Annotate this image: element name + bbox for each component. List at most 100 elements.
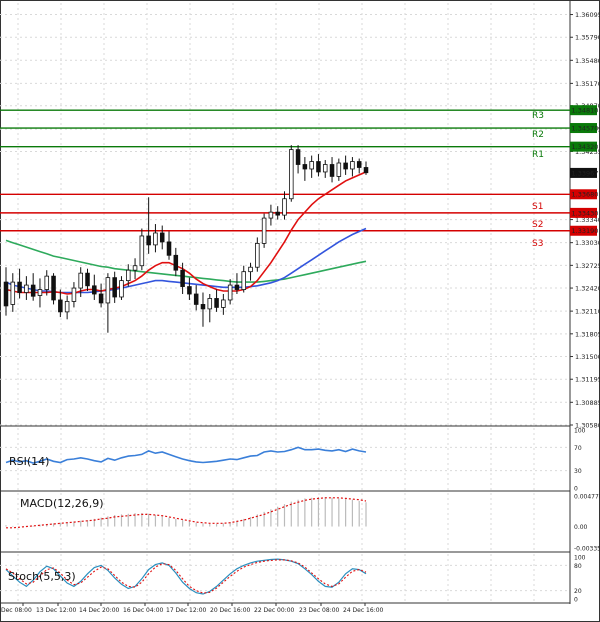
candle-body (200, 304, 206, 310)
candle-body (221, 299, 226, 308)
candle-body (78, 272, 83, 289)
candle-body (119, 280, 124, 298)
candle-body (295, 149, 301, 165)
level-name-s1: S1 (532, 202, 543, 212)
candle-body (146, 235, 151, 246)
rsi-tick-label: 70 (574, 445, 582, 452)
x-tick-label: 23 Dec 08:00 (299, 607, 340, 614)
level-name-r2: R2 (532, 130, 544, 140)
level-name-r3: R3 (532, 111, 544, 121)
level-name-s3: S3 (532, 239, 543, 249)
candle-body (10, 281, 16, 305)
x-tick-label: 16 Dec 04:00 (123, 607, 164, 614)
candle-body (132, 265, 138, 271)
x-tick-label: 14 Dec 20:00 (79, 607, 120, 614)
candle-body (322, 164, 328, 173)
candle-body (275, 211, 280, 216)
candle-body (44, 275, 50, 290)
price-tick-label: 1.36095 (575, 11, 600, 19)
price-tick-label: 1.35790 (575, 34, 600, 42)
candle-body (112, 277, 117, 298)
candle-body (153, 232, 158, 246)
level-price-label: 1.34320 (572, 143, 599, 151)
candle-body (343, 162, 348, 170)
level-name-r1: R1 (532, 150, 544, 160)
stoch-tick-label: 20 (574, 588, 582, 595)
candle-body (3, 281, 9, 307)
price-tick-label: 1.35480 (575, 57, 600, 65)
candle-body (166, 241, 172, 256)
candle-body (30, 284, 36, 297)
candle-body (363, 167, 369, 174)
rsi-tick-label: 100 (574, 428, 586, 435)
candle-body (227, 284, 233, 301)
candle-body (85, 272, 90, 287)
stoch-tick-label: 0 (574, 597, 578, 604)
x-tick-label: Dec 08:00 (1, 607, 32, 614)
candle-body (51, 275, 56, 301)
candle-body (139, 235, 145, 267)
level-price-label: 1.33680 (572, 191, 599, 199)
x-tick-label: 22 Dec 00:00 (254, 607, 295, 614)
candle-body (58, 299, 63, 313)
candle-body (193, 293, 199, 305)
candle-body (316, 161, 321, 173)
candle-body (356, 161, 362, 168)
candle-body (125, 269, 131, 282)
candle-body (309, 161, 314, 170)
candle-body (159, 232, 165, 243)
current-price-label: 1.33967 (572, 169, 599, 177)
candle-body (214, 298, 219, 308)
macd-tick-label: -0.003359 (574, 546, 600, 553)
macd-tick-label: 0.00 (574, 524, 588, 531)
forex-chart: 1.360951.357901.354801.351701.348701.345… (0, 0, 600, 622)
candle-body (282, 198, 287, 216)
x-tick-label: 24 Dec 16:00 (343, 607, 384, 614)
macd-panel-label: MACD(12,26,9) (20, 497, 104, 510)
candle-body (261, 217, 267, 244)
candle-body (187, 286, 192, 295)
candle-body (17, 281, 22, 293)
level-name-s2: S2 (532, 220, 543, 230)
candle-body (268, 211, 274, 219)
level-price-label: 1.33190 (572, 227, 599, 235)
price-tick-label: 1.32420 (575, 285, 600, 293)
candle-body (105, 277, 111, 304)
price-tick-label: 1.32110 (575, 308, 600, 316)
rsi-panel-label: RSI(14) (9, 455, 49, 468)
price-tick-label: 1.32725 (575, 262, 600, 270)
candle-body (336, 162, 342, 177)
stoch-tick-label: 100 (574, 555, 586, 562)
candle-body (173, 254, 179, 271)
candle-body (302, 164, 308, 170)
price-tick-label: 1.30885 (575, 399, 600, 407)
candle-body (255, 242, 260, 268)
candle-body (64, 301, 70, 313)
x-tick-label: 17 Dec 12:00 (166, 607, 207, 614)
rsi-tick-label: 30 (574, 468, 582, 475)
x-tick-label: 20 Dec 16:00 (210, 607, 251, 614)
level-price-label: 1.34810 (572, 107, 599, 115)
price-tick-label: 1.31500 (575, 353, 600, 361)
stoch-panel-label: Stoch(5,5,3) (8, 570, 76, 583)
chart-svg: 1.360951.357901.354801.351701.348701.345… (0, 0, 600, 622)
price-tick-label: 1.35170 (575, 80, 600, 88)
candle-body (37, 289, 43, 296)
candle-body (234, 284, 240, 290)
macd-tick-label: 0.004778 (574, 494, 600, 501)
price-tick-label: 1.31805 (575, 330, 600, 338)
candle-body (329, 164, 335, 177)
candle-body (180, 269, 185, 287)
candle-body (24, 284, 29, 293)
candle-body (289, 149, 294, 200)
x-tick-label: 13 Dec 12:00 (36, 607, 77, 614)
candle-body (241, 271, 247, 290)
candle-body (92, 285, 97, 295)
level-price-label: 1.34570 (572, 124, 599, 132)
candle-body (350, 161, 355, 170)
stoch-tick-label: 80 (574, 563, 582, 570)
price-tick-label: 1.33030 (575, 239, 600, 247)
candle-body (71, 287, 77, 302)
candle-body (98, 293, 104, 304)
level-price-label: 1.33430 (572, 209, 599, 217)
